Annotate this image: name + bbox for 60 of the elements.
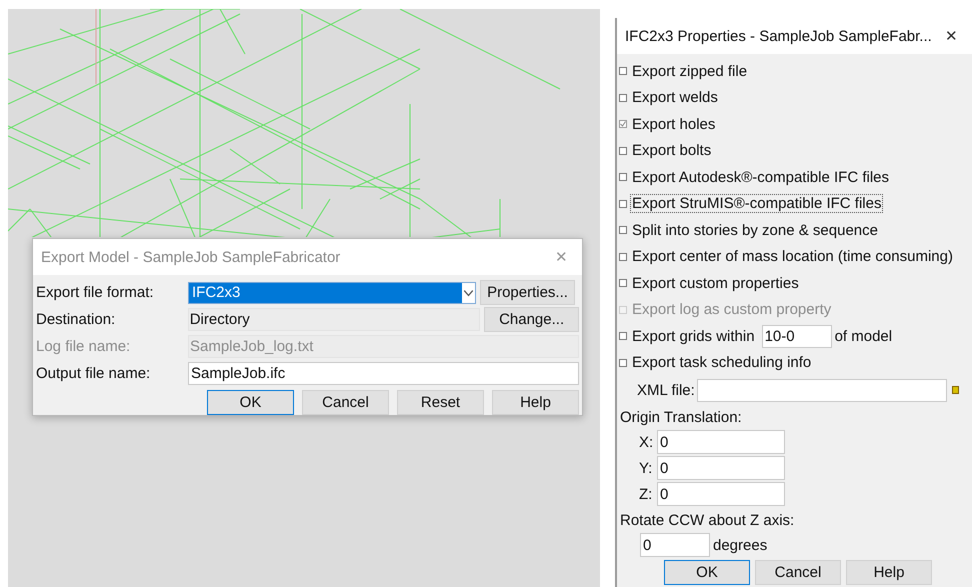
section-label: Origin Translation: [619, 408, 743, 428]
dialog-button[interactable]: Change... [484, 307, 579, 332]
checkbox-label: Export bolts [631, 142, 712, 160]
input-field[interactable]: 10-0 [762, 324, 832, 348]
dropdown-value: IFC2x3 [192, 284, 240, 301]
field-label: Z: [639, 486, 654, 502]
field-label: Destination: [36, 311, 116, 328]
input-field[interactable] [696, 378, 947, 402]
field-label: XML file: [636, 382, 696, 398]
checkbox-label: Export Autodesk®-compatible IFC files [631, 168, 890, 186]
dialog-button[interactable]: Cancel [755, 560, 841, 585]
dialog-button[interactable]: Help [846, 560, 932, 585]
checkbox-label: Export welds [631, 89, 719, 106]
checkbox[interactable] [619, 94, 627, 102]
chevron-down-icon [462, 282, 475, 302]
field-label: Export file format: [36, 284, 155, 301]
checkbox[interactable] [619, 332, 627, 340]
suffix-label: of model [834, 328, 894, 345]
dialog-button[interactable]: Help [492, 390, 579, 415]
readonly-field: Directory [188, 308, 480, 331]
checkbox[interactable] [619, 358, 627, 367]
input-field[interactable]: 0 [657, 482, 785, 506]
checkbox-label: Export holes [631, 116, 716, 133]
checkbox[interactable] [619, 279, 627, 288]
checkbox[interactable] [619, 146, 627, 155]
checkbox[interactable] [619, 67, 627, 76]
browse-icon[interactable] [952, 386, 959, 394]
checkbox-label: Export zipped file [631, 62, 748, 80]
dialog-button[interactable]: Reset [397, 390, 484, 415]
unit-label: degrees [712, 536, 768, 554]
field-label: Y: [639, 460, 654, 476]
checkbox-label: Export StruMIS®-compatible IFC files [630, 194, 884, 214]
checkbox[interactable] [619, 200, 627, 208]
checkbox-label: Export log as custom property [631, 301, 832, 318]
checkbox-label: Export grids within [631, 328, 756, 345]
checkbox[interactable] [619, 226, 627, 234]
checkbox-label: Split into stories by zone & sequence [631, 222, 879, 239]
readonly-field: SampleJob_log.txt [188, 335, 579, 358]
checkbox[interactable] [619, 120, 627, 128]
dialog-button[interactable]: Properties... [480, 280, 575, 305]
checkbox[interactable] [619, 252, 627, 261]
input-field[interactable]: 0 [657, 430, 785, 454]
input-field[interactable]: 0 [657, 456, 785, 480]
window-title: Export Model - SampleJob SampleFabricator [41, 248, 340, 266]
dialog-button[interactable]: OK [664, 560, 750, 585]
dialog-button[interactable]: Cancel [302, 390, 389, 415]
section-label: Rotate CCW about Z axis: [619, 511, 796, 531]
checkbox[interactable] [619, 173, 627, 182]
input-field[interactable]: SampleJob.ifc [188, 362, 579, 385]
checkbox-label: Export task scheduling info [631, 354, 812, 372]
window-title: IFC2x3 Properties - SampleJob SampleFabr... [625, 28, 932, 44]
input-field[interactable]: 0 [640, 533, 710, 557]
dialog-button[interactable]: OK [207, 390, 294, 415]
field-label: X: [639, 434, 654, 450]
field-label: Log file name: [36, 338, 132, 355]
close-button[interactable]: ✕ [939, 27, 964, 45]
field-label: Output file name: [36, 365, 152, 382]
checkbox-label: Export center of mass location (time consuming) [631, 248, 954, 266]
checkbox-label: Export custom properties [631, 274, 800, 292]
format-dropdown[interactable]: IFC2x3 [188, 282, 476, 304]
